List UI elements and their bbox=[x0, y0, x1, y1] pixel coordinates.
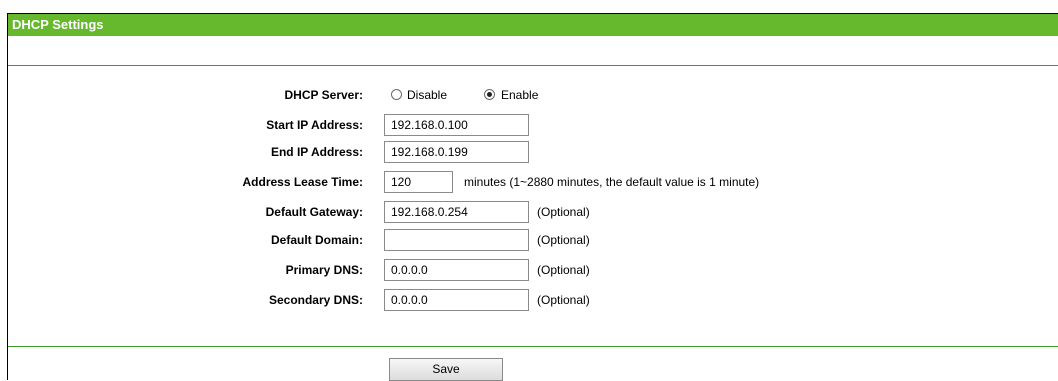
end-ip-row: End IP Address: bbox=[8, 141, 1058, 163]
primary-dns-row: Primary DNS: (Optional) bbox=[8, 259, 1058, 281]
lease-time-label: Address Lease Time: bbox=[242, 175, 364, 189]
secondary-dns-hint: (Optional) bbox=[537, 293, 590, 307]
lease-time-input[interactable] bbox=[384, 171, 453, 193]
default-domain-row: Default Domain: (Optional) bbox=[8, 229, 1058, 251]
dhcp-settings-panel: DHCP Settings DHCP Server: Disable Enabl… bbox=[7, 13, 1058, 381]
default-gateway-label: Default Gateway: bbox=[265, 205, 363, 219]
default-domain-input[interactable] bbox=[384, 229, 529, 251]
enable-radio[interactable] bbox=[484, 89, 495, 100]
top-divider bbox=[8, 65, 1058, 66]
end-ip-label: End IP Address: bbox=[270, 145, 363, 159]
secondary-dns-label: Secondary DNS: bbox=[268, 293, 363, 307]
lease-time-row: Address Lease Time: minutes (1~2880 minu… bbox=[8, 171, 1058, 193]
default-gateway-input[interactable] bbox=[384, 201, 529, 223]
start-ip-input[interactable] bbox=[384, 114, 529, 136]
disable-radio[interactable] bbox=[391, 89, 402, 100]
end-ip-input[interactable] bbox=[384, 141, 529, 163]
enable-radio-label[interactable]: Enable bbox=[501, 84, 538, 106]
dhcp-server-row: DHCP Server: Disable Enable bbox=[8, 84, 1058, 106]
primary-dns-input[interactable] bbox=[384, 259, 529, 281]
secondary-dns-row: Secondary DNS: (Optional) bbox=[8, 289, 1058, 311]
bottom-divider bbox=[8, 346, 1058, 347]
section-title: DHCP Settings bbox=[8, 14, 1058, 36]
save-button[interactable]: Save bbox=[389, 358, 503, 381]
secondary-dns-input[interactable] bbox=[384, 289, 529, 311]
lease-time-hint: minutes (1~2880 minutes, the default val… bbox=[464, 175, 760, 189]
start-ip-row: Start IP Address: bbox=[8, 114, 1058, 136]
default-gateway-row: Default Gateway: (Optional) bbox=[8, 201, 1058, 223]
primary-dns-hint: (Optional) bbox=[537, 263, 590, 277]
start-ip-label: Start IP Address: bbox=[266, 118, 363, 132]
dhcp-server-label: DHCP Server: bbox=[284, 88, 363, 102]
primary-dns-label: Primary DNS: bbox=[285, 263, 363, 277]
disable-radio-label[interactable]: Disable bbox=[407, 84, 447, 106]
default-gateway-hint: (Optional) bbox=[537, 205, 590, 219]
default-domain-hint: (Optional) bbox=[537, 233, 590, 247]
default-domain-label: Default Domain: bbox=[270, 233, 363, 247]
